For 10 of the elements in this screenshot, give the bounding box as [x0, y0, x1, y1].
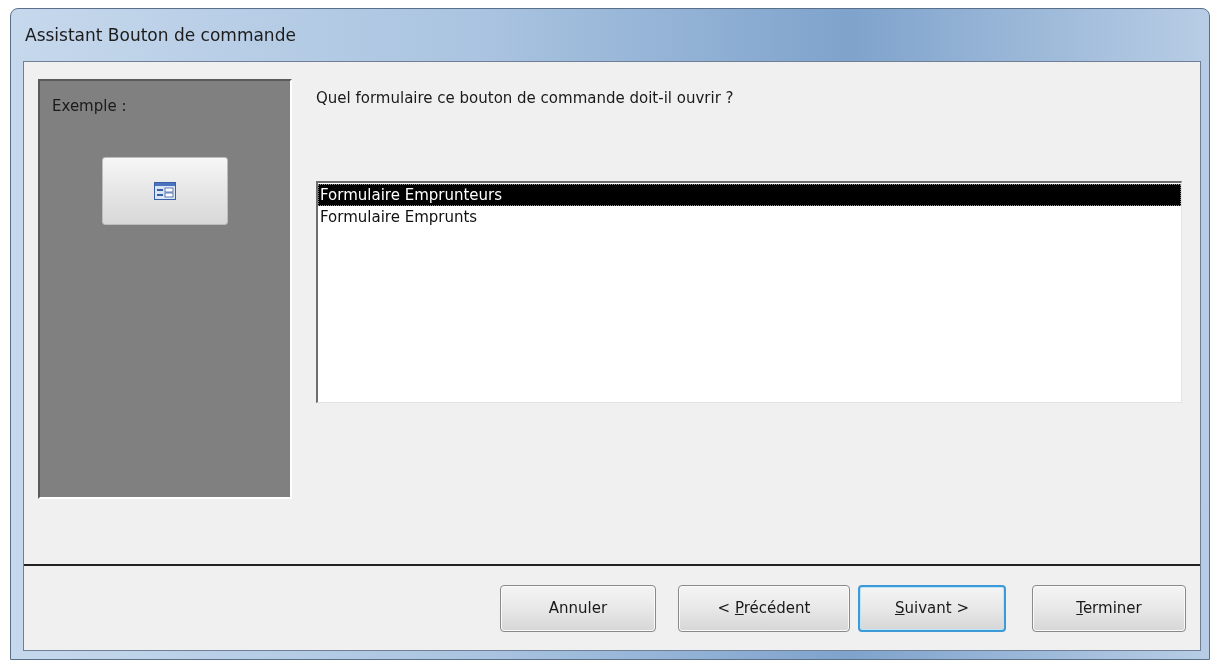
- wizard-button[interactable]: < Précédent: [678, 584, 850, 632]
- wizard-button[interactable]: Terminer: [1032, 584, 1186, 632]
- form-icon: [154, 182, 176, 200]
- window-title: Assistant Bouton de commande: [24, 24, 297, 47]
- list-item[interactable]: Formulaire Emprunteurs: [318, 184, 1181, 206]
- list-item[interactable]: Formulaire Emprunts: [318, 206, 1181, 228]
- wizard-button[interactable]: Suivant >: [858, 584, 1006, 632]
- wizard-button[interactable]: Annuler: [500, 584, 656, 632]
- question-text: Quel formulaire ce bouton de commande doit-il ouvrir ?: [316, 89, 735, 107]
- example-label: Exemple :: [52, 97, 127, 115]
